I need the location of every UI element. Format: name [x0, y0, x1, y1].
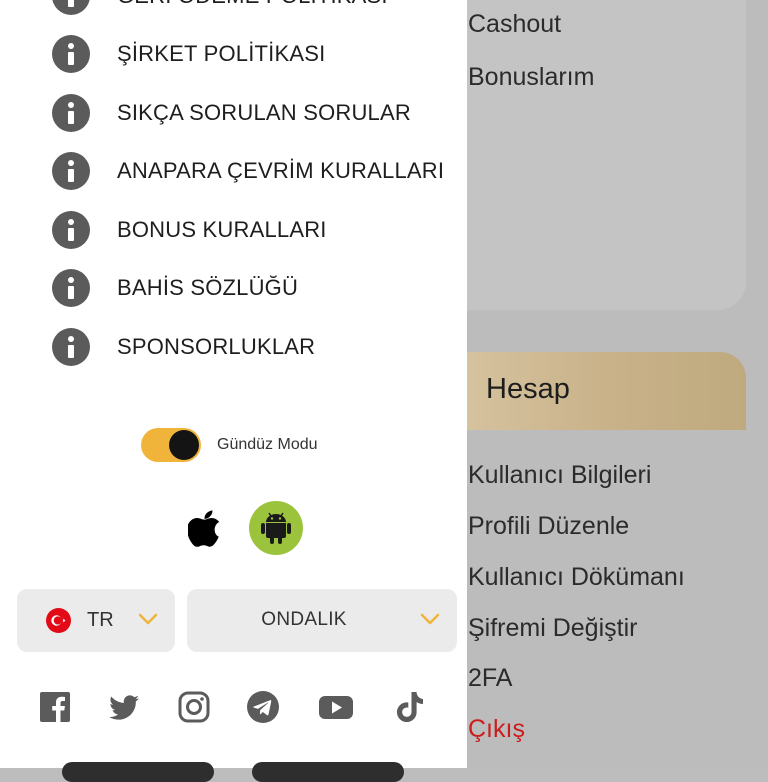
account-section-title: Hesap [486, 373, 570, 405]
menu-item-label: GERİ ÖDEME POLİTİKASI [117, 0, 388, 9]
menu-item-sponsorships[interactable]: SPONSORLUKLAR [52, 327, 315, 367]
language-select[interactable]: TR [17, 589, 175, 652]
user-info-link[interactable]: Kullanıcı Bilgileri [468, 461, 651, 490]
menu-item-label: SPONSORLUKLAR [117, 334, 316, 359]
day-mode-toggle[interactable] [141, 428, 201, 462]
info-icon [52, 94, 90, 132]
logout-link[interactable]: Çıkış [468, 715, 525, 744]
android-icon [261, 512, 291, 544]
menu-item-bonus-rules[interactable]: BONUS KURALLARI [52, 210, 327, 250]
menu-item-label: ANAPARA ÇEVRİM KURALLARI [117, 158, 445, 183]
menu-item-betting-glossary[interactable]: BAHİS SÖZLÜĞÜ [52, 268, 298, 308]
change-password-link[interactable]: Şifremi Değiştir [468, 614, 637, 643]
edit-profile-link[interactable]: Profili Düzenle [468, 512, 629, 541]
telegram-icon[interactable] [246, 690, 280, 724]
account-section-header [430, 352, 746, 430]
chevron-down-icon [138, 613, 158, 625]
menu-item-faq[interactable]: SIKÇA SORULAN SORULAR [52, 93, 411, 133]
day-mode-label: Gündüz Modu [217, 436, 318, 453]
youtube-icon[interactable] [318, 690, 354, 724]
chevron-down-icon [420, 613, 440, 625]
menu-item-label: ŞİRKET POLİTİKASI [117, 41, 326, 66]
side-drawer: GERİ ÖDEME POLİTİKASI ŞİRKET POLİTİKASI … [0, 0, 467, 782]
menu-item-company-policy[interactable]: ŞİRKET POLİTİKASI [52, 34, 325, 74]
background-menu-card [430, 0, 746, 310]
login-button-partial[interactable] [62, 762, 214, 782]
facebook-icon[interactable] [38, 690, 72, 724]
info-icon [52, 211, 90, 249]
bonuses-link[interactable]: Bonuslarım [468, 63, 594, 92]
info-icon [52, 0, 90, 15]
menu-item-rollover-rules[interactable]: ANAPARA ÇEVRİM KURALLARI [52, 151, 444, 191]
odds-format-value: ONDALIK [261, 609, 347, 630]
theme-toggle-row: Gündüz Modu [141, 428, 318, 462]
apple-icon[interactable] [188, 508, 224, 548]
register-button-partial[interactable] [252, 762, 404, 782]
info-icon [52, 152, 90, 190]
two-factor-link[interactable]: 2FA [468, 664, 512, 693]
menu-item-label: BONUS KURALLARI [117, 217, 327, 242]
odds-format-select[interactable]: ONDALIK [187, 589, 457, 652]
turkey-flag-icon [46, 608, 71, 633]
language-value: TR [87, 609, 114, 631]
info-icon [52, 328, 90, 366]
android-app-button[interactable] [249, 501, 303, 555]
menu-item-label: BAHİS SÖZLÜĞÜ [117, 275, 299, 300]
menu-item-refund-policy[interactable]: GERİ ÖDEME POLİTİKASI [52, 0, 388, 16]
menu-item-label: SIKÇA SORULAN SORULAR [117, 100, 411, 125]
instagram-icon[interactable] [177, 690, 211, 724]
info-icon [52, 35, 90, 73]
twitter-icon[interactable] [107, 690, 141, 724]
cashout-link[interactable]: Cashout [468, 10, 561, 39]
info-icon [52, 269, 90, 307]
user-documents-link[interactable]: Kullanıcı Dökümanı [468, 563, 685, 592]
toggle-knob [169, 430, 199, 460]
tiktok-icon[interactable] [393, 690, 427, 724]
